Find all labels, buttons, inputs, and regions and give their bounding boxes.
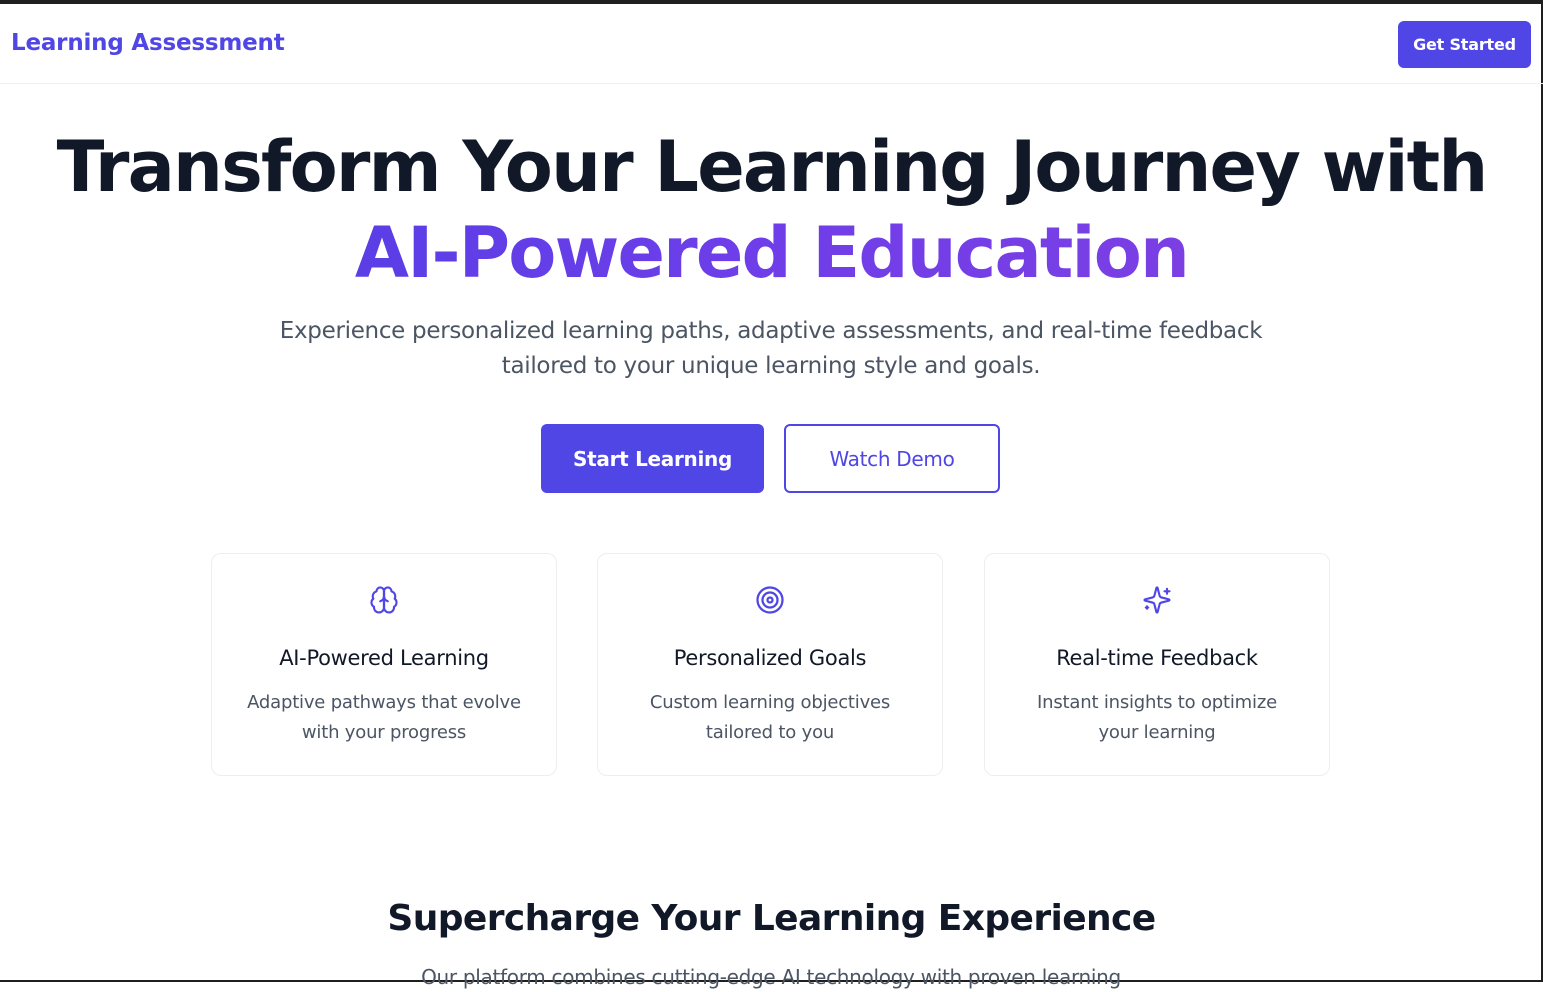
sparkles-icon <box>985 584 1329 616</box>
hero-title: Transform Your Learning Journey with AI-… <box>0 124 1543 296</box>
site-header: Learning Assessment Get Started <box>0 4 1543 84</box>
feature-card-title: Real-time Feedback <box>1056 646 1258 670</box>
feature-card-title: AI-Powered Learning <box>279 646 489 670</box>
feature-card-ai-learning: AI-Powered Learning Adaptive pathways th… <box>211 553 557 776</box>
feature-card-description: Adaptive pathways that evolve with your … <box>247 692 521 743</box>
target-icon <box>598 584 942 616</box>
brand-logo-link[interactable]: Learning Assessment <box>11 30 285 56</box>
feature-card-realtime-feedback: Real-time Feedback Instant insights to o… <box>984 553 1330 776</box>
watch-demo-button[interactable]: Watch Demo <box>784 424 1000 493</box>
hero-subtitle: Experience personalized learning paths, … <box>279 318 1263 379</box>
feature-card-description: Instant insights to optimize your learni… <box>1037 692 1277 743</box>
feature-card-personalized-goals: Personalized Goals Custom learning objec… <box>597 553 943 776</box>
hero-title-line1: Transform Your Learning Journey with <box>56 126 1489 208</box>
feature-card-description: Custom learning objectives tailored to y… <box>649 692 891 743</box>
start-learning-button[interactable]: Start Learning <box>541 424 764 493</box>
section-title: Supercharge Your Learning Experience <box>387 898 1156 939</box>
brain-icon <box>212 584 556 616</box>
feature-card-title: Personalized Goals <box>673 646 867 670</box>
hero-title-highlight: AI-Powered Education <box>354 212 1190 294</box>
section-subtitle: Our platform combines cutting-edge AI te… <box>421 965 1121 989</box>
get-started-button[interactable]: Get Started <box>1398 21 1531 68</box>
